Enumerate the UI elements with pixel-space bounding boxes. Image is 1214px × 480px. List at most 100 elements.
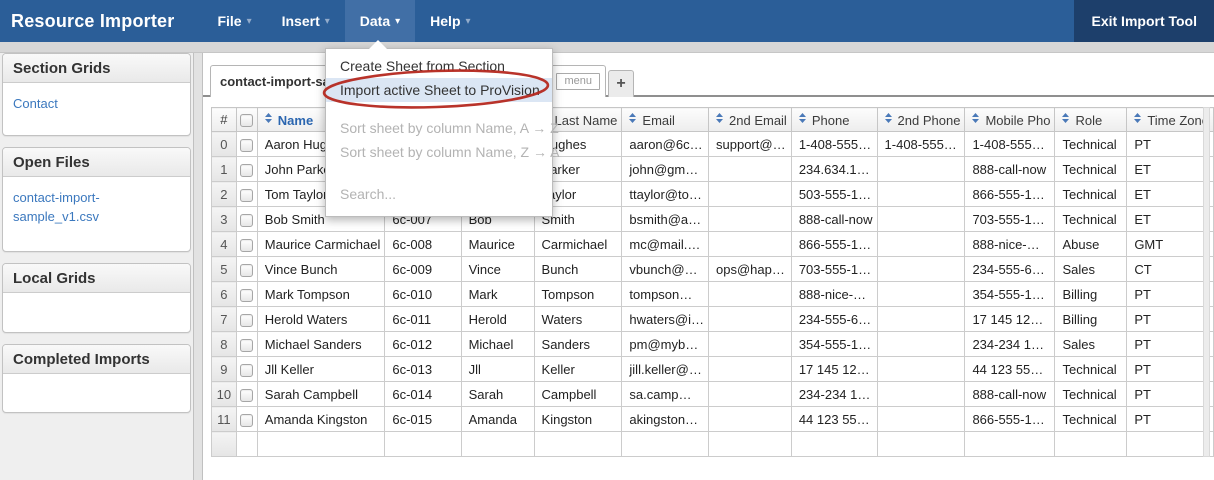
row-checkbox[interactable] (240, 214, 253, 227)
cell-col-d[interactable]: 6c-011 (385, 307, 461, 332)
cell-second-email[interactable]: support@… (709, 132, 792, 157)
cell-time-zone[interactable]: PT (1127, 132, 1214, 157)
cell-last-name[interactable]: Carmichael (534, 232, 622, 257)
menu-item-create-sheet-from-section[interactable]: Create Sheet from Section (326, 54, 552, 78)
sidebar-item-contact[interactable]: Contact (13, 94, 180, 113)
row-number-cell[interactable]: 3 (212, 207, 237, 232)
cell-mobile-phone[interactable] (965, 432, 1055, 457)
cell-last-name[interactable]: Campbell (534, 382, 622, 407)
cell-second-email[interactable] (709, 232, 792, 257)
cell-time-zone[interactable]: GMT (1127, 232, 1214, 257)
cell-second-email[interactable] (709, 432, 792, 457)
cell-email[interactable]: mc@mail.… (622, 232, 709, 257)
cell-time-zone[interactable] (1127, 432, 1214, 457)
row-checkbox[interactable] (240, 289, 253, 302)
sort-icon[interactable] (264, 111, 273, 126)
cell-phone[interactable]: 866-555-1… (791, 232, 877, 257)
cell-role[interactable]: Technical (1055, 407, 1127, 432)
cell-phone[interactable]: 17 145 12… (791, 357, 877, 382)
cell-mobile-phone[interactable]: 888-nice-… (965, 232, 1055, 257)
cell-phone[interactable]: 703-555-1… (791, 257, 877, 282)
cell-col-d[interactable]: 6c-014 (385, 382, 461, 407)
cell-time-zone[interactable]: ET (1127, 182, 1214, 207)
row-checkbox[interactable] (240, 364, 253, 377)
cell-time-zone[interactable]: ET (1127, 207, 1214, 232)
cell-second-email[interactable] (709, 157, 792, 182)
row-checkbox[interactable] (240, 239, 253, 252)
cell-email[interactable]: ttaylor@to… (622, 182, 709, 207)
cell-second-phone[interactable] (877, 157, 965, 182)
cell-second-email[interactable]: ops@hap… (709, 257, 792, 282)
sort-icon[interactable] (1133, 111, 1142, 126)
cell-col-e[interactable]: Mark (461, 282, 534, 307)
cell-col-e[interactable]: Maurice (461, 232, 534, 257)
cell-phone[interactable]: 503-555-1… (791, 182, 877, 207)
cell-last-name[interactable]: Sanders (534, 332, 622, 357)
cell-second-phone[interactable]: 1-408-555… (877, 132, 965, 157)
cell-second-email[interactable] (709, 357, 792, 382)
cell-last-name[interactable]: Bunch (534, 257, 622, 282)
cell-role[interactable]: Technical (1055, 207, 1127, 232)
menu-item-import-active-sheet[interactable]: Import active Sheet to ProVision (326, 78, 552, 102)
sort-icon[interactable] (715, 111, 724, 126)
vertical-scrollbar[interactable] (1203, 107, 1210, 457)
cell-mobile-phone[interactable]: 888-call-now (965, 157, 1055, 182)
cell-col-d[interactable]: 6c-010 (385, 282, 461, 307)
cell-role[interactable]: Abuse (1055, 232, 1127, 257)
cell-email[interactable]: bsmith@a… (622, 207, 709, 232)
cell-role[interactable]: Sales (1055, 332, 1127, 357)
cell-second-email[interactable] (709, 307, 792, 332)
cell-second-phone[interactable] (877, 432, 965, 457)
cell-second-email[interactable] (709, 382, 792, 407)
cell-second-phone[interactable] (877, 182, 965, 207)
cell-second-phone[interactable] (877, 232, 965, 257)
cell-second-email[interactable] (709, 182, 792, 207)
cell-name[interactable]: Jll Keller (257, 357, 385, 382)
cell-second-phone[interactable] (877, 307, 965, 332)
cell-col-e[interactable]: Jll (461, 357, 534, 382)
sort-icon[interactable] (798, 111, 807, 126)
cell-col-e[interactable]: Vince (461, 257, 534, 282)
sort-icon[interactable] (628, 111, 637, 126)
cell-time-zone[interactable]: PT (1127, 382, 1214, 407)
cell-mobile-phone[interactable]: 703-555-1… (965, 207, 1055, 232)
menu-insert[interactable]: Insert ▾ (267, 0, 345, 42)
column-header-phone[interactable]: Phone (791, 108, 877, 132)
cell-email[interactable] (622, 432, 709, 457)
cell-second-email[interactable] (709, 282, 792, 307)
column-header-second-phone[interactable]: 2nd Phone (877, 108, 965, 132)
cell-role[interactable]: Technical (1055, 182, 1127, 207)
cell-second-phone[interactable] (877, 357, 965, 382)
row-number-cell[interactable]: 10 (212, 382, 237, 407)
cell-col-e[interactable] (461, 432, 534, 457)
cell-col-d[interactable]: 6c-008 (385, 232, 461, 257)
cell-col-e[interactable]: Sarah (461, 382, 534, 407)
add-sheet-tab-button[interactable]: + (608, 70, 634, 97)
row-number-cell[interactable]: 1 (212, 157, 237, 182)
cell-mobile-phone[interactable]: 44 123 55… (965, 357, 1055, 382)
column-header-role[interactable]: Role (1055, 108, 1127, 132)
sort-icon[interactable] (884, 111, 893, 126)
cell-name[interactable]: Michael Sanders (257, 332, 385, 357)
menu-help[interactable]: Help ▾ (415, 0, 485, 42)
cell-last-name[interactable]: Waters (534, 307, 622, 332)
cell-email[interactable]: pm@myb… (622, 332, 709, 357)
sidebar-item-open-file[interactable]: contact-import-sample_v1.csv (13, 188, 143, 226)
row-checkbox[interactable] (240, 414, 253, 427)
cell-last-name[interactable]: Kingston (534, 407, 622, 432)
row-checkbox[interactable] (240, 389, 253, 402)
cell-last-name[interactable] (534, 432, 622, 457)
row-checkbox[interactable] (240, 339, 253, 352)
cell-time-zone[interactable]: PT (1127, 332, 1214, 357)
cell-phone[interactable]: 888-nice-… (791, 282, 877, 307)
exit-import-tool-button[interactable]: Exit Import Tool (1074, 0, 1214, 42)
cell-col-d[interactable] (385, 432, 461, 457)
cell-col-d[interactable]: 6c-009 (385, 257, 461, 282)
cell-col-d[interactable]: 6c-012 (385, 332, 461, 357)
cell-col-e[interactable]: Michael (461, 332, 534, 357)
cell-time-zone[interactable]: ET (1127, 157, 1214, 182)
row-number-cell[interactable]: 0 (212, 132, 237, 157)
cell-email[interactable]: akingston… (622, 407, 709, 432)
cell-phone[interactable]: 44 123 55… (791, 407, 877, 432)
row-number-cell[interactable]: 5 (212, 257, 237, 282)
